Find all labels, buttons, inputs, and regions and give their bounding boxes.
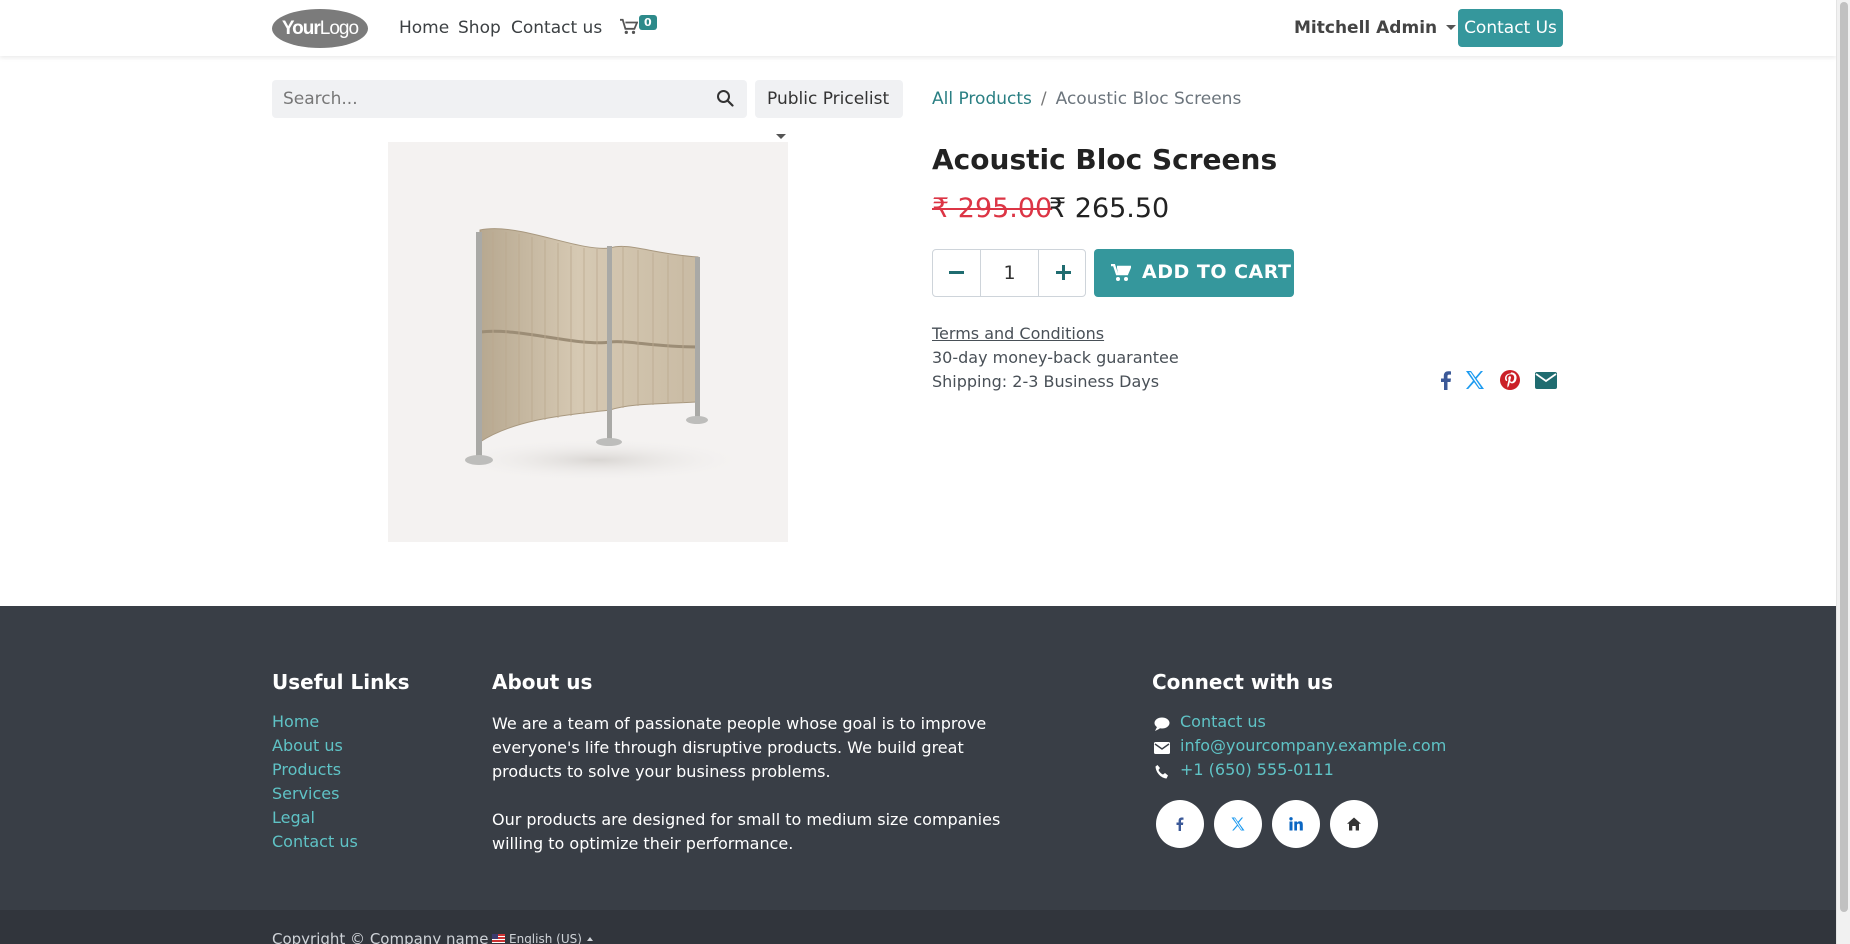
quantity-input[interactable] <box>981 250 1038 296</box>
logo-text-main: Your <box>281 18 321 39</box>
share-facebook-icon[interactable] <box>1434 368 1458 397</box>
about-paragraph-2: Our products are designed for small to m… <box>492 810 1001 853</box>
old-price: ₹ 295.00 <box>932 193 1053 224</box>
useful-links-list: Home About us Products Services Legal Co… <box>272 712 358 856</box>
us-flag-icon <box>492 934 505 943</box>
footer-link-products[interactable]: Products <box>272 760 341 779</box>
search-input[interactable] <box>272 80 692 118</box>
footer-link-about[interactable]: About us <box>272 736 343 755</box>
envelope-icon <box>1154 742 1170 754</box>
contact-us-button[interactable]: Contact Us <box>1458 9 1563 47</box>
breadcrumb-all-products[interactable]: All Products <box>932 89 1032 109</box>
social-facebook-icon[interactable] <box>1156 800 1204 848</box>
list-item: Products <box>272 760 358 784</box>
connect-email-link[interactable]: info@yourcompany.example.com <box>1180 736 1446 755</box>
chat-icon <box>1154 717 1170 731</box>
list-item: Contact us <box>1152 712 1446 736</box>
product-image[interactable] <box>388 142 788 542</box>
cart-icon <box>1111 264 1131 281</box>
site-header: YourLogo Home Shop Contact us 0 Mitchell… <box>0 0 1836 56</box>
connect-phone-link[interactable]: +1 (650) 555-0111 <box>1180 760 1334 779</box>
quantity-increase-button[interactable] <box>1038 250 1086 296</box>
search-icon[interactable] <box>716 89 734 112</box>
about-paragraph-1: We are a team of passionate people whose… <box>492 714 987 781</box>
add-to-cart-button[interactable]: ADD TO CART <box>1094 249 1294 297</box>
add-to-cart-label: ADD TO CART <box>1142 261 1292 283</box>
caret-up-icon <box>586 937 593 941</box>
list-item: Services <box>272 784 358 808</box>
list-item: Contact us <box>272 832 358 856</box>
social-home-icon[interactable] <box>1330 800 1378 848</box>
social-linkedin-icon[interactable] <box>1272 800 1320 848</box>
share-x-icon[interactable] <box>1463 368 1487 397</box>
language-label: English (US) <box>509 932 582 944</box>
logo-text-thin: Logo <box>319 18 359 39</box>
guarantee-text: 30-day money-back guarantee <box>932 348 1179 367</box>
list-item: About us <box>272 736 358 760</box>
cart-icon[interactable] <box>620 18 639 41</box>
breadcrumb-current: Acoustic Bloc Screens <box>1055 89 1242 109</box>
pricelist-label: Public Pricelist <box>767 89 890 109</box>
footer-link-home[interactable]: Home <box>272 712 319 731</box>
useful-links-heading: Useful Links <box>272 670 410 694</box>
search-box <box>272 80 747 118</box>
footer-link-legal[interactable]: Legal <box>272 808 315 827</box>
pricelist-dropdown[interactable]: Public Pricelist <box>755 80 903 139</box>
language-selector[interactable]: English (US) <box>492 932 593 944</box>
nav-home[interactable]: Home <box>399 18 449 38</box>
nav-contact-us[interactable]: Contact us <box>511 18 602 38</box>
breadcrumb: All Products / Acoustic Bloc Screens <box>932 89 1241 109</box>
minus-icon <box>949 271 964 274</box>
scrollbar-thumb[interactable] <box>1840 2 1848 912</box>
quantity-stepper <box>932 249 1086 297</box>
share-pinterest-icon[interactable] <box>1498 368 1522 397</box>
user-name: Mitchell Admin <box>1294 18 1438 38</box>
user-menu[interactable]: Mitchell Admin <box>1294 18 1457 38</box>
social-x-icon[interactable] <box>1214 800 1262 848</box>
copyright-text: Copyright © Company name <box>272 930 489 944</box>
breadcrumb-separator: / <box>1040 89 1047 109</box>
connect-contact-link[interactable]: Contact us <box>1180 712 1266 731</box>
cart-count-badge: 0 <box>639 15 657 30</box>
caret-down-icon <box>1446 25 1457 30</box>
caret-down-icon <box>776 134 786 139</box>
footer-link-services[interactable]: Services <box>272 784 339 803</box>
phone-icon <box>1155 765 1168 779</box>
sale-price: ₹ 265.50 <box>1049 193 1170 224</box>
product-title: Acoustic Bloc Screens <box>932 143 1278 176</box>
list-item: info@yourcompany.example.com <box>1152 736 1446 760</box>
about-us-text: We are a team of passionate people whose… <box>492 712 1012 856</box>
terms-link[interactable]: Terms and Conditions <box>932 324 1104 343</box>
list-item: Home <box>272 712 358 736</box>
about-us-heading: About us <box>492 670 593 694</box>
page-scrollbar[interactable] <box>1836 0 1850 944</box>
connect-heading: Connect with us <box>1152 670 1334 694</box>
site-logo[interactable]: YourLogo <box>272 9 368 48</box>
plus-icon-vertical <box>1062 265 1065 280</box>
list-item: +1 (650) 555-0111 <box>1152 760 1446 784</box>
nav-shop[interactable]: Shop <box>458 18 501 38</box>
footer-link-contact[interactable]: Contact us <box>272 832 358 851</box>
quantity-decrease-button[interactable] <box>933 250 981 296</box>
share-email-icon[interactable] <box>1534 368 1558 397</box>
shipping-text: Shipping: 2-3 Business Days <box>932 372 1160 391</box>
list-item: Legal <box>272 808 358 832</box>
connect-list: Contact us info@yourcompany.example.com … <box>1152 712 1446 784</box>
